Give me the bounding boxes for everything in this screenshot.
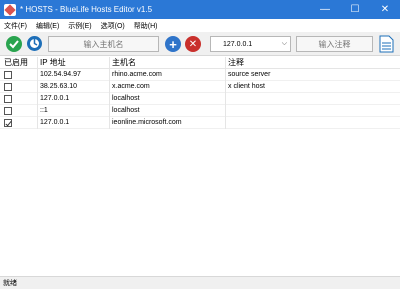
table-row[interactable]: 38.25.63.10 x.acme.com x client host — [0, 80, 400, 93]
table-header: 已启用 IP 地址 主机名 注释 — [0, 56, 400, 69]
document-icon[interactable] — [379, 35, 394, 53]
menu-help[interactable]: 帮助(H) — [134, 21, 158, 31]
header-note[interactable]: 注释 — [225, 56, 297, 69]
status-text: 就绪 — [3, 280, 17, 287]
ip-select[interactable]: 127.0.0.1 ⌵ — [210, 36, 291, 52]
note-field[interactable] — [297, 37, 372, 51]
table-row[interactable]: 127.0.0.1 ieonline.microsoft.com — [0, 116, 400, 129]
menu-options[interactable]: 选项(O) — [101, 21, 125, 31]
window-title: * HOSTS - BlueLife Hosts Editor v1.5 — [20, 5, 153, 14]
hostname-input[interactable] — [48, 36, 159, 52]
ip-cell: 127.0.0.1 — [37, 92, 109, 105]
add-icon[interactable]: + — [165, 36, 181, 52]
host-cell: localhost — [109, 92, 225, 105]
table-row[interactable]: 102.54.94.97 rhino.acme.com source serve… — [0, 68, 400, 81]
note-cell: x client host — [225, 80, 297, 93]
host-cell: ieonline.microsoft.com — [109, 116, 225, 129]
checkmark-icon[interactable] — [6, 36, 22, 52]
note-cell — [225, 116, 297, 129]
enabled-checkbox[interactable] — [4, 106, 12, 115]
note-input[interactable] — [296, 36, 373, 52]
close-button[interactable]: ✕ — [370, 0, 400, 19]
ip-cell: 127.0.0.1 — [37, 116, 109, 129]
ip-cell: 102.54.94.97 — [37, 68, 109, 81]
title-bar: * HOSTS - BlueLife Hosts Editor v1.5 — ☐… — [0, 0, 400, 19]
world-refresh-icon[interactable] — [26, 35, 43, 52]
table-row[interactable]: ::1 localhost — [0, 104, 400, 117]
menu-file[interactable]: 文件(F) — [4, 21, 27, 31]
enabled-checkbox[interactable] — [4, 70, 12, 79]
note-cell — [225, 104, 297, 117]
header-host[interactable]: 主机名 — [109, 56, 225, 69]
header-ip[interactable]: IP 地址 — [37, 56, 109, 69]
minimize-button[interactable]: — — [310, 0, 340, 19]
note-cell — [225, 92, 297, 105]
chevron-down-icon[interactable]: ⌵ — [282, 40, 287, 48]
hosts-table: 已启用 IP 地址 主机名 注释 102.54.94.97 rhino.acme… — [0, 56, 400, 129]
table-row[interactable]: 127.0.0.1 localhost — [0, 92, 400, 105]
maximize-button[interactable]: ☐ — [340, 0, 370, 19]
menu-bar: 文件(F) 编辑(E) 示例(E) 选项(O) 帮助(H) — [0, 19, 400, 32]
status-bar: 就绪 — [0, 276, 400, 289]
enabled-checkbox[interactable] — [4, 94, 12, 103]
enabled-checkbox[interactable] — [4, 118, 12, 127]
menu-examples[interactable]: 示例(E) — [68, 21, 91, 31]
note-cell: source server — [225, 68, 297, 81]
app-icon — [4, 3, 16, 16]
host-cell: localhost — [109, 104, 225, 117]
host-cell: rhino.acme.com — [109, 68, 225, 81]
ip-cell: 38.25.63.10 — [37, 80, 109, 93]
header-enabled[interactable]: 已启用 — [0, 57, 37, 69]
toolbar: + ✕ 127.0.0.1 ⌵ — [0, 32, 400, 56]
host-cell: x.acme.com — [109, 80, 225, 93]
ip-select-value: 127.0.0.1 — [223, 40, 253, 48]
menu-edit[interactable]: 编辑(E) — [36, 21, 59, 31]
enabled-checkbox[interactable] — [4, 82, 12, 91]
hostname-field[interactable] — [49, 37, 158, 51]
ip-cell: ::1 — [37, 104, 109, 117]
delete-icon[interactable]: ✕ — [185, 36, 201, 52]
